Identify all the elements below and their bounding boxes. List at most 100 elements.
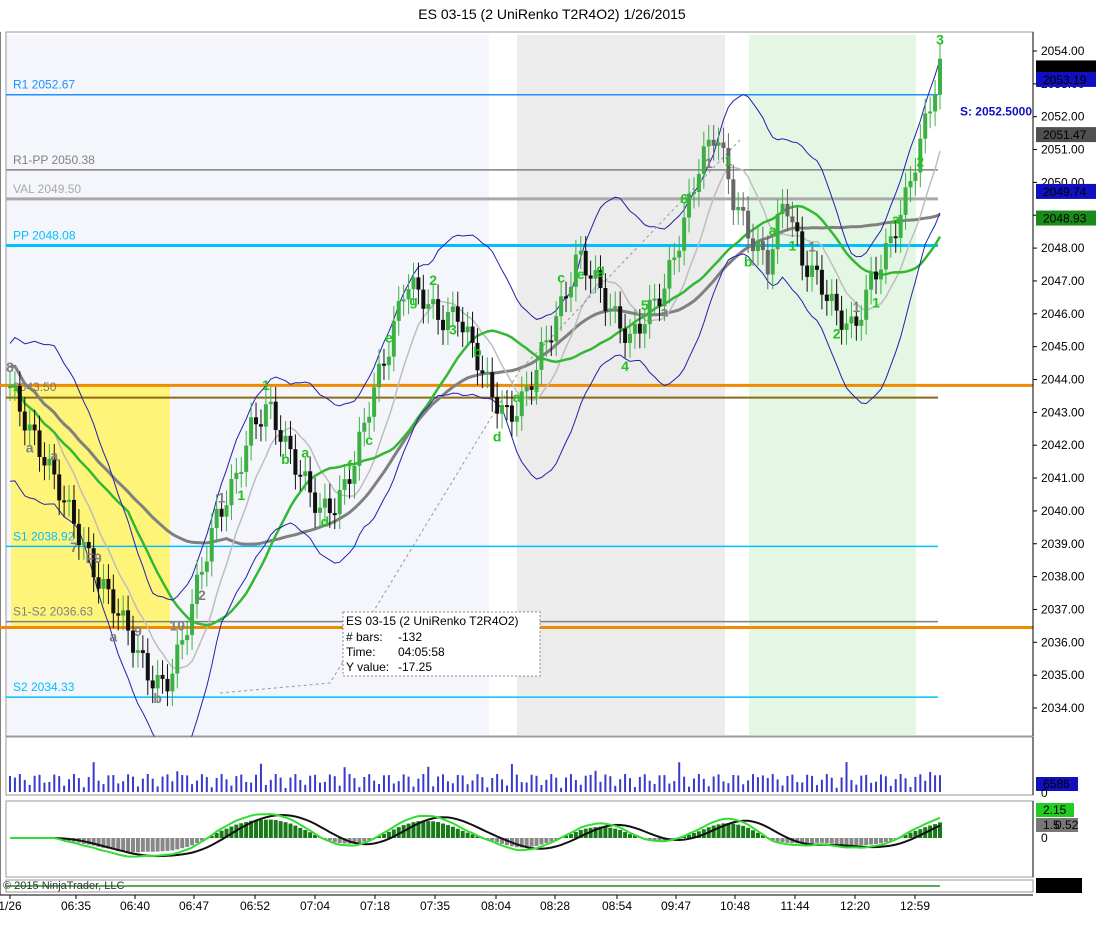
wave-count-label: 2 <box>429 272 437 288</box>
bar-body <box>244 445 249 472</box>
macd-histogram-bar <box>775 838 780 842</box>
macd-histogram-bar <box>741 825 746 838</box>
volume-bar <box>264 784 267 792</box>
volume-bar <box>304 784 307 792</box>
bar-body <box>135 650 140 653</box>
price-tick-label: 2046.00 <box>1041 307 1085 321</box>
volume-bar <box>934 775 937 792</box>
volume-bar <box>811 775 814 792</box>
volume-bar <box>284 787 287 792</box>
macd-histogram-bar <box>874 838 879 844</box>
time-axis[interactable]: 1/26 06:35 06:40 06:47 06:52 07:04 07:18 07:35 0… <box>0 894 1033 913</box>
bar-body <box>239 471 244 474</box>
volume-bar <box>338 785 341 792</box>
volume-bar <box>442 774 445 792</box>
bar-body <box>283 435 288 442</box>
macd-histogram-bar <box>175 838 180 850</box>
bar-body <box>829 293 834 301</box>
volume-bar <box>427 766 430 792</box>
volume-bar <box>58 776 61 792</box>
volume-bar <box>560 787 563 792</box>
tooltip-header: ES 03-15 (2 UniRenko T2R4O2) <box>346 614 519 628</box>
macd-flag-3-text: 0.52 <box>1055 818 1079 832</box>
bar-body <box>874 271 879 280</box>
volume-bar <box>579 784 582 792</box>
bar-body <box>377 363 382 388</box>
volume-bar <box>373 780 376 792</box>
macd-histogram-bar <box>239 823 244 838</box>
bar-body <box>554 316 559 342</box>
volume-bar <box>161 776 164 792</box>
bar-body <box>888 236 893 244</box>
price-tick-label: 2034.00 <box>1041 701 1085 715</box>
bar-body <box>795 222 800 232</box>
volume-bar <box>77 778 80 792</box>
volume-bar <box>574 780 577 792</box>
volume-bar <box>446 781 449 792</box>
bar-body <box>514 416 519 422</box>
tooltip-bars-label: # bars: <box>346 630 383 644</box>
macd-histogram-bar <box>938 822 942 838</box>
volume-bar <box>599 781 602 792</box>
volume-bar <box>146 774 149 792</box>
wave-count-label: 1 <box>788 237 796 253</box>
bar-body <box>175 644 180 674</box>
bar-body <box>588 275 593 279</box>
bar-body <box>81 541 86 546</box>
price-flag-text: 2053.19 <box>1043 73 1087 87</box>
bar-body <box>293 449 298 475</box>
volume-bar <box>638 776 641 792</box>
volume-zero-label: 0 <box>1041 786 1048 800</box>
bar-body <box>706 139 711 147</box>
volume-bar <box>382 775 385 792</box>
volume-bar <box>756 777 759 792</box>
bar-body <box>864 289 869 320</box>
volume-bar <box>919 774 922 792</box>
bar-body <box>834 293 839 311</box>
wave-count-label: c <box>365 432 373 448</box>
macd-histogram-bar <box>426 821 431 838</box>
bar-body <box>878 269 883 280</box>
volume-bar <box>97 780 100 792</box>
volume-panel: 65860 <box>5 736 1078 800</box>
bar-body <box>883 243 888 270</box>
volume-bar <box>619 779 622 792</box>
bar-body <box>185 635 190 641</box>
macd-histogram-bar <box>160 838 165 852</box>
macd-histogram-bar <box>514 838 519 848</box>
volume-bar <box>186 775 189 792</box>
volume-bar <box>102 784 105 792</box>
volume-bar <box>929 771 932 792</box>
bar-body <box>696 173 701 192</box>
price-tick-label: 2037.00 <box>1041 602 1085 616</box>
volume-bar <box>835 787 838 792</box>
macd-histogram-bar <box>603 827 608 838</box>
volume-bar <box>195 780 198 792</box>
macd-histogram-bar <box>878 838 883 844</box>
volume-bar <box>333 776 336 792</box>
wave-count-label: e <box>577 266 585 282</box>
macd-histogram-bar <box>460 830 465 838</box>
volume-bar <box>319 782 321 792</box>
macd-histogram-bar <box>283 822 288 838</box>
wave-count-label: b <box>281 451 290 467</box>
macd-histogram-bar <box>441 823 446 838</box>
macd-histogram-bar <box>219 830 224 838</box>
macd-histogram-bar <box>165 838 170 851</box>
price-tick-label: 2048.00 <box>1041 241 1085 255</box>
macd-histogram-bar <box>278 821 283 838</box>
bar-body <box>214 508 219 529</box>
bar-body <box>677 250 682 258</box>
volume-bar <box>668 783 671 792</box>
volume-bar <box>210 787 213 792</box>
volume-bar <box>820 779 823 792</box>
volume-bar <box>643 774 646 792</box>
bar-body <box>529 386 534 390</box>
wave-count-label: a <box>769 222 777 238</box>
volume-bar <box>584 775 587 792</box>
volume-bar <box>766 777 769 792</box>
volume-bar <box>328 774 331 792</box>
price-tick-label: 2040.00 <box>1041 504 1085 518</box>
volume-bar <box>166 774 169 792</box>
volume-bar <box>535 775 538 792</box>
